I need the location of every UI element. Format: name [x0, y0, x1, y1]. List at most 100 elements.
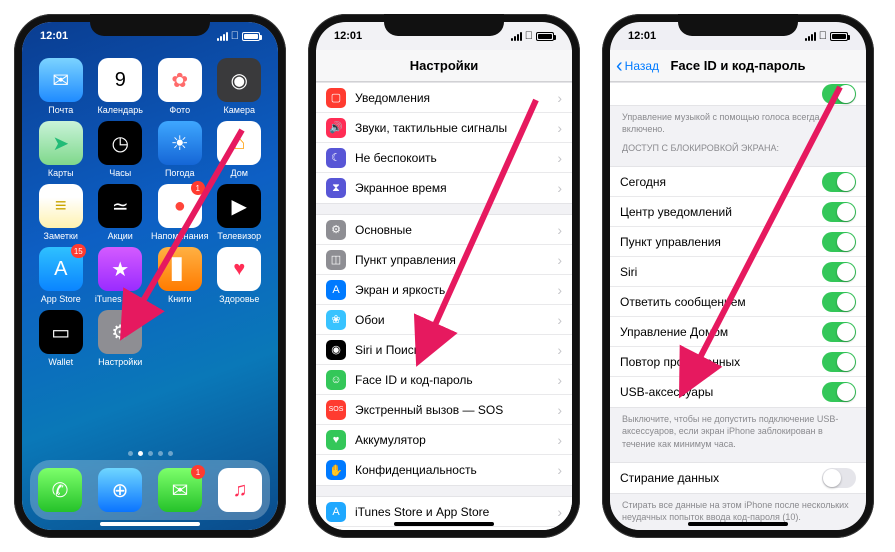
- notch: [678, 14, 798, 36]
- app-камера[interactable]: ◉Камера: [211, 58, 269, 115]
- row-erase-data[interactable]: Стирание данных: [610, 463, 866, 493]
- toggle-erase-data[interactable]: [822, 468, 856, 488]
- app-app store[interactable]: A15App Store: [32, 247, 90, 304]
- app-здоровье[interactable]: ♥Здоровье: [211, 247, 269, 304]
- dock-app[interactable]: ⊕: [98, 468, 142, 512]
- app-label: Карты: [48, 168, 74, 178]
- toggle-switch[interactable]: [822, 232, 856, 252]
- settings-row[interactable]: ✋Конфиденциальность›: [316, 455, 572, 485]
- app-label: Фото: [169, 105, 190, 115]
- dock-app[interactable]: ♫: [218, 468, 262, 512]
- home-indicator: [394, 522, 494, 526]
- toggle-switch[interactable]: [822, 262, 856, 282]
- row-icon: ◫: [326, 250, 346, 270]
- settings-row[interactable]: ⚙Основные›: [316, 215, 572, 245]
- row-label: Не беспокоить: [355, 151, 557, 165]
- toggle-label: Сегодня: [620, 175, 822, 189]
- app-icon: ▋: [158, 247, 202, 291]
- badge: 1: [191, 465, 205, 479]
- notch: [384, 14, 504, 36]
- row-icon: ✋: [326, 460, 346, 480]
- app-почта[interactable]: ✉Почта: [32, 58, 90, 115]
- erase-label: Стирание данных: [620, 471, 822, 485]
- row-icon: ❀: [326, 310, 346, 330]
- app-телевизор[interactable]: ▶Телевизор: [211, 184, 269, 241]
- home-indicator: [688, 522, 788, 526]
- app-книги[interactable]: ▋Книги: [151, 247, 209, 304]
- toggle-switch[interactable]: [822, 292, 856, 312]
- toggle-row[interactable]: USB-аксессуары: [610, 377, 866, 407]
- toggle-row[interactable]: Сегодня: [610, 167, 866, 197]
- row-label: Экранное время: [355, 181, 557, 195]
- settings-row[interactable]: ❀Обои›: [316, 305, 572, 335]
- row-icon: ◉: [326, 340, 346, 360]
- wifi-icon: 􀙇: [231, 30, 239, 42]
- settings-row[interactable]: 🔊Звуки, тактильные сигналы›: [316, 113, 572, 143]
- settings-row[interactable]: ☾ Не беспокоить›: [316, 143, 572, 173]
- toggle-row[interactable]: Центр уведомлений: [610, 197, 866, 227]
- app-itunes store[interactable]: ★iTunes Store: [92, 247, 150, 304]
- notch: [90, 14, 210, 36]
- app-label: App Store: [41, 294, 81, 304]
- app-icon: ➤: [39, 121, 83, 165]
- row-icon: ☺: [326, 370, 346, 390]
- settings-row[interactable]: ▢Уведомления›: [316, 83, 572, 113]
- settings-row[interactable]: ♥Аккумулятор›: [316, 425, 572, 455]
- row-label: Siri и Поиск: [355, 343, 557, 357]
- row-label: Основные: [355, 223, 557, 237]
- app-wallet[interactable]: ▭Wallet: [32, 310, 90, 367]
- toggle-label: Управление Домом: [620, 325, 822, 339]
- row-label: Уведомления: [355, 91, 557, 105]
- settings-row[interactable]: ◉Siri и Поиск›: [316, 335, 572, 365]
- toggle-row[interactable]: Ответить сообщением: [610, 287, 866, 317]
- chevron-icon: ›: [557, 180, 562, 196]
- toggle-switch[interactable]: [822, 322, 856, 342]
- app-icon: ◉: [217, 58, 261, 102]
- app-icon: ●1: [158, 184, 202, 228]
- phone-home: 12:01 􀙇 ✉Почта9Календарь✿Фото◉Камера➤Кар…: [14, 14, 286, 538]
- settings-row[interactable]: SOSЭкстренный вызов — SOS›: [316, 395, 572, 425]
- settings-row[interactable]: AЭкран и яркость›: [316, 275, 572, 305]
- toggle-voice-control[interactable]: [822, 84, 856, 104]
- app-акции[interactable]: ≃Акции: [92, 184, 150, 241]
- settings-row[interactable]: ☺Face ID и код-пароль›: [316, 365, 572, 395]
- back-button[interactable]: Назад: [616, 59, 659, 73]
- app-icon: ☀: [158, 121, 202, 165]
- app-напоминания[interactable]: ●1Напоминания: [151, 184, 209, 241]
- app-карты[interactable]: ➤ Карты: [32, 121, 90, 178]
- nav-bar: Назад Face ID и код-пароль: [610, 50, 866, 82]
- toggle-switch[interactable]: [822, 172, 856, 192]
- toggle-switch[interactable]: [822, 202, 856, 222]
- row-icon: A: [326, 502, 346, 522]
- row-icon: ☾: [326, 148, 346, 168]
- toggle-switch[interactable]: [822, 382, 856, 402]
- toggle-row[interactable]: Пункт управления: [610, 227, 866, 257]
- row-icon: ♥: [326, 430, 346, 450]
- app-фото[interactable]: ✿Фото: [151, 58, 209, 115]
- toggle-switch[interactable]: [822, 352, 856, 372]
- app-часы[interactable]: ◷Часы: [92, 121, 150, 178]
- app-icon: 9: [98, 58, 142, 102]
- toggle-label: Siri: [620, 265, 822, 279]
- settings-row[interactable]: ▭Wallet и Apple Pay›: [316, 527, 572, 530]
- toggle-row[interactable]: Управление Домом: [610, 317, 866, 347]
- chevron-icon: ›: [557, 150, 562, 166]
- dock-app[interactable]: ✆: [38, 468, 82, 512]
- app-заметки[interactable]: ≡Заметки: [32, 184, 90, 241]
- chevron-icon: ›: [557, 402, 562, 418]
- app-погода[interactable]: ☀Погода: [151, 121, 209, 178]
- dock-app[interactable]: ✉1: [158, 468, 202, 512]
- app-настройки[interactable]: ⚙Настройки: [92, 310, 150, 367]
- toggle-row[interactable]: Siri: [610, 257, 866, 287]
- app-icon: ♥: [217, 247, 261, 291]
- erase-note: Стирать все данные на этом iPhone после …: [610, 494, 866, 525]
- app-календарь[interactable]: 9Календарь: [92, 58, 150, 115]
- app-дом[interactable]: ⌂Дом: [211, 121, 269, 178]
- toggle-row[interactable]: Повтор пропущенных: [610, 347, 866, 377]
- settings-row[interactable]: ⧗Экранное время›: [316, 173, 572, 203]
- chevron-icon: ›: [557, 90, 562, 106]
- row-label: Конфиденциальность: [355, 463, 557, 477]
- settings-row[interactable]: ◫Пункт управления›: [316, 245, 572, 275]
- app-label: Заметки: [44, 231, 78, 241]
- wifi-icon: 􀙇: [525, 30, 533, 42]
